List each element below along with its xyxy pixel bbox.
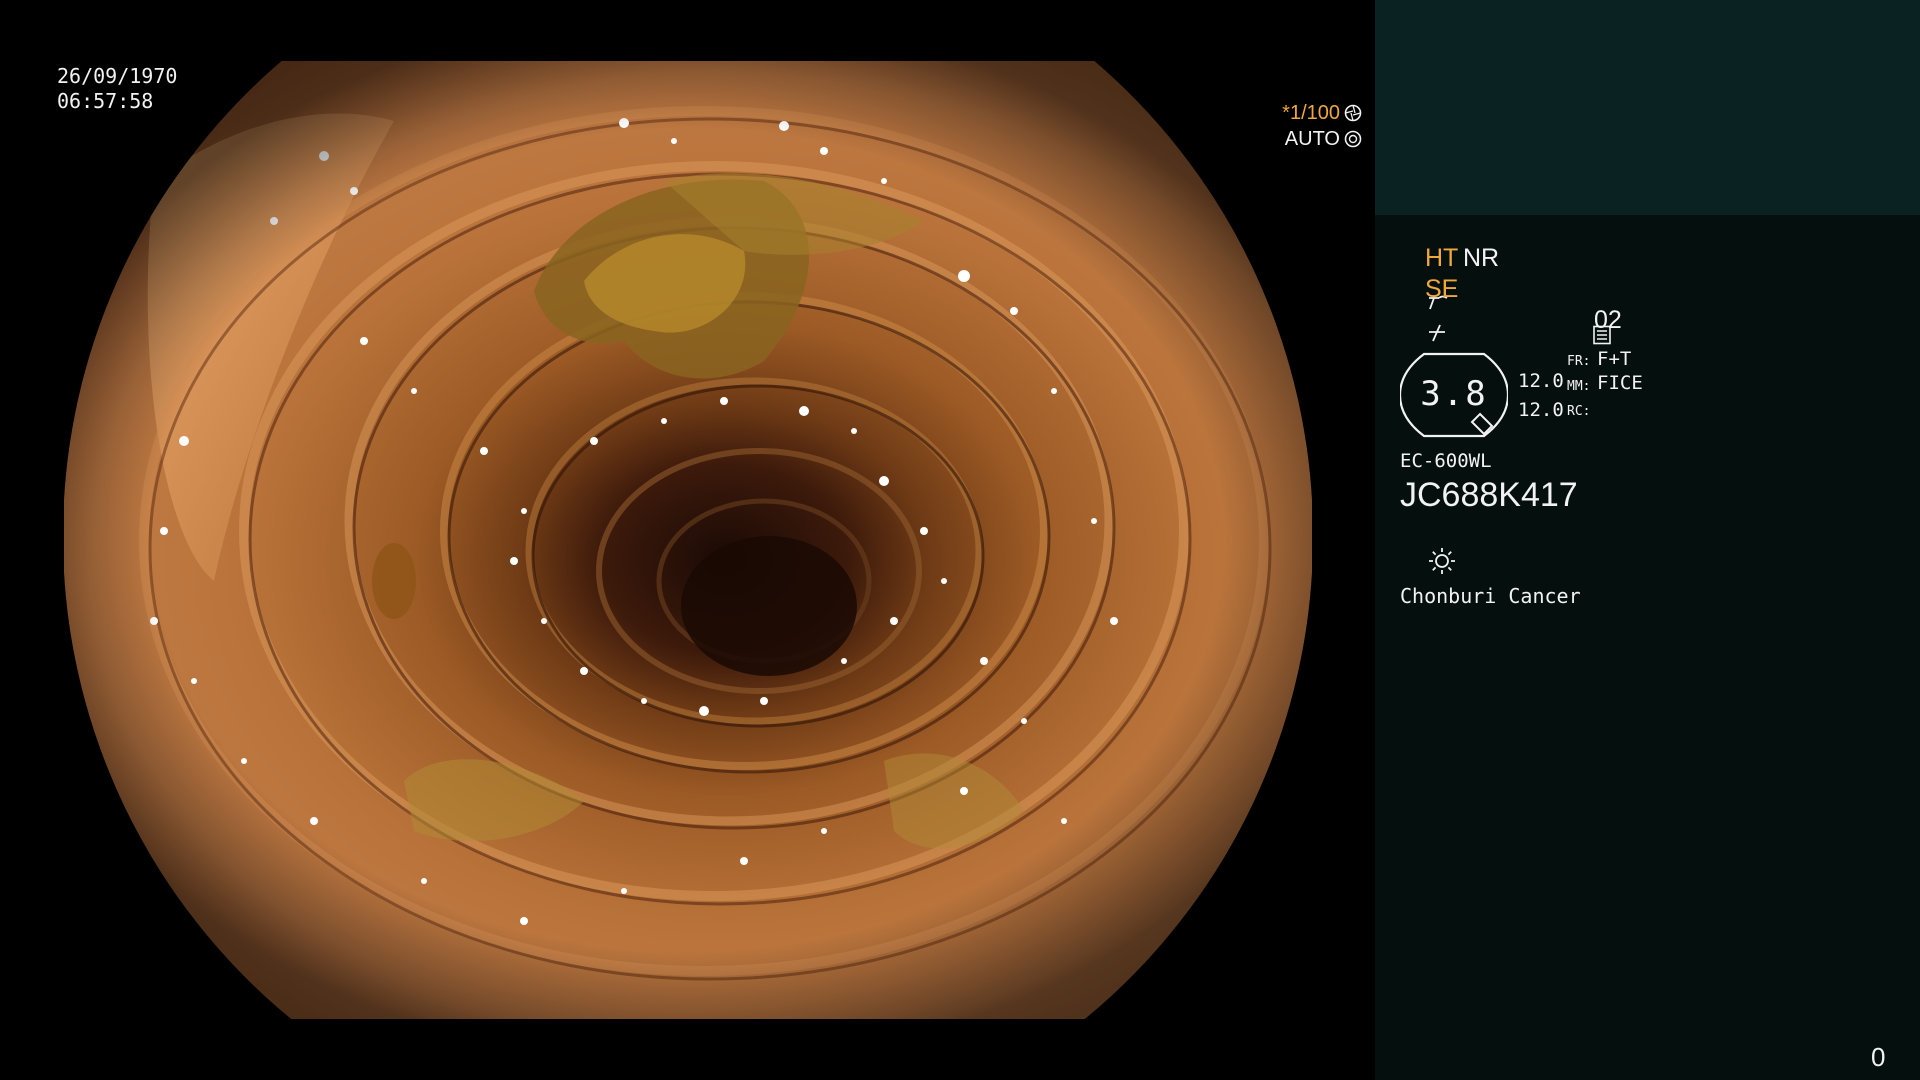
exam-time: 06:57:58 <box>57 89 154 113</box>
colon-lumen-image <box>64 61 1312 1019</box>
scope-model: EC-600WL <box>1400 450 1492 472</box>
aperture-icon <box>1344 104 1362 122</box>
endoscopic-view <box>64 61 1312 1019</box>
ht-label: HT <box>1425 244 1459 272</box>
setting-value-1: 12.0 <box>1518 370 1564 392</box>
shutter-line: *1/100 <box>1117 100 1362 126</box>
info-panel: HT NR SE 02 3.8 12.0 12.0 FR: F+T MM: FI… <box>1375 0 1920 1080</box>
exam-date: 26/09/1970 <box>57 64 178 88</box>
memory-slot: 02 <box>1594 306 1622 334</box>
endoscopic-image-area: 26/09/1970 06:57:58 *1/100 AUTO <box>0 0 1375 1080</box>
frame-counter: 0 <box>1871 1042 1886 1072</box>
shutter-info: *1/100 AUTO <box>1117 100 1362 152</box>
fr-value: F+T <box>1597 348 1632 370</box>
institution-name: Chonburi Cancer <box>1400 584 1581 608</box>
mm-value: FICE <box>1597 372 1643 394</box>
se-label: SE <box>1425 275 1459 303</box>
rc-label: RC: <box>1567 404 1591 419</box>
shutter-speed: *1/100 <box>1282 101 1340 124</box>
nr-label: NR <box>1463 244 1500 272</box>
zoom-value: 3.8 <box>1420 374 1488 414</box>
iris-icon <box>1344 130 1362 148</box>
scope-serial: JC688K417 <box>1400 476 1578 514</box>
mm-label: MM: <box>1567 379 1591 394</box>
iris-line: AUTO <box>1117 126 1362 152</box>
panel-header-block <box>1375 0 1920 215</box>
fr-label: FR: <box>1567 354 1591 369</box>
setting-value-2: 12.0 <box>1518 399 1564 421</box>
iris-mode: AUTO <box>1284 127 1340 150</box>
endoscopy-screen: 26/09/1970 06:57:58 *1/100 AUTO HT NR SE… <box>0 0 1920 1080</box>
